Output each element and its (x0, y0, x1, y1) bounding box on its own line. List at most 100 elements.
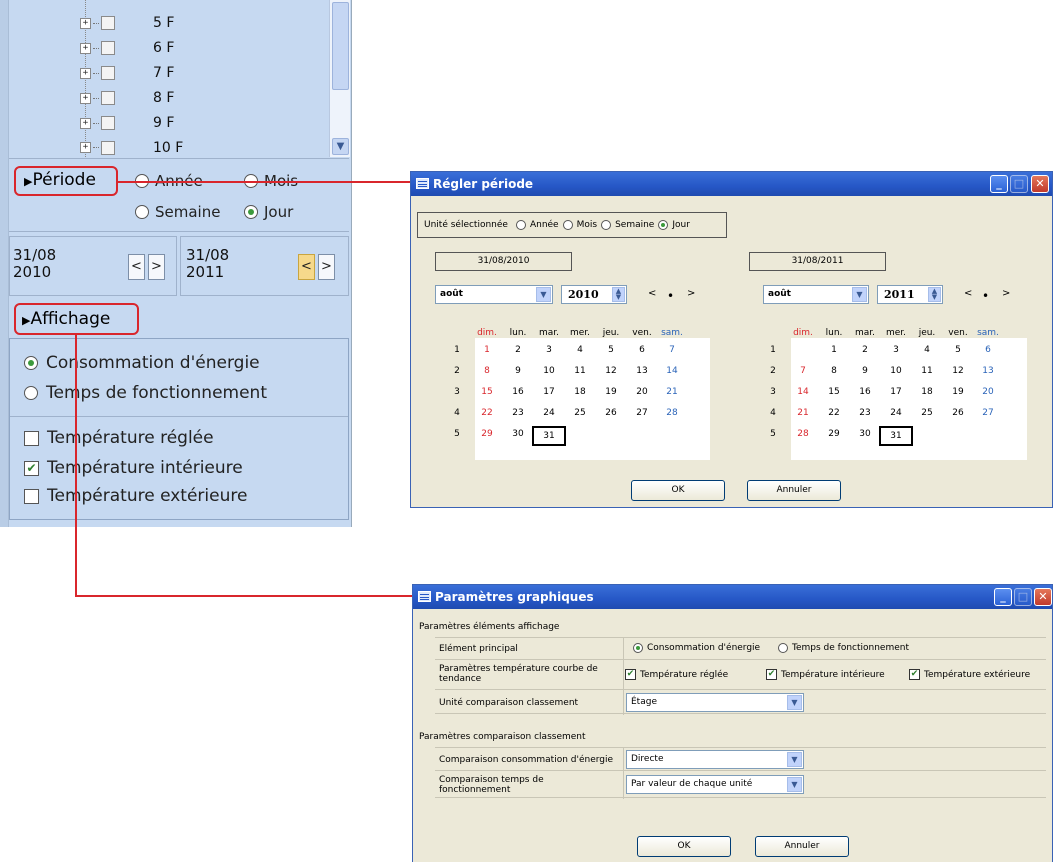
calendar-day[interactable]: 6 (630, 345, 654, 355)
radio-jour[interactable]: Jour (244, 203, 293, 221)
radio-temps[interactable]: Temps de fonctionnement (778, 643, 909, 653)
calendar-day[interactable]: 29 (822, 429, 846, 439)
calendar-day[interactable]: 27 (976, 408, 1000, 418)
cal-next-button[interactable]: > (1002, 288, 1010, 299)
radio-circle[interactable] (633, 643, 643, 653)
start-month-select[interactable]: août ▼ (435, 285, 553, 304)
start-year-spinner[interactable]: 2010 ▲ ▼ (561, 285, 627, 304)
calendar-day[interactable]: 5 (599, 345, 623, 355)
calendar-day[interactable]: 31 (532, 426, 566, 446)
calendar-day[interactable]: 17 (884, 387, 908, 397)
calendar-day[interactable]: 26 (599, 408, 623, 418)
calendar-day[interactable]: 28 (660, 408, 684, 418)
calendar-day[interactable]: 25 (568, 408, 592, 418)
tree-item[interactable]: + 7 F (80, 63, 174, 83)
calendar-day[interactable]: 11 (915, 366, 939, 376)
calendar-day[interactable]: 1 (822, 345, 846, 355)
calendar-day[interactable]: 25 (915, 408, 939, 418)
calendar-day[interactable]: 29 (475, 429, 499, 439)
calendar-day[interactable]: 22 (822, 408, 846, 418)
cal-prev-button[interactable]: < (964, 288, 972, 299)
start-prev-button[interactable]: < (128, 254, 145, 280)
check-temp-interieure[interactable]: ✔ Température intérieure (766, 669, 885, 680)
tree-item[interactable]: + 8 F (80, 88, 174, 108)
periode-header[interactable]: ▶Période (14, 166, 118, 196)
close-icon[interactable]: ✕ (1034, 588, 1052, 606)
expand-icon[interactable]: + (80, 17, 91, 29)
calendar-day[interactable]: 22 (475, 408, 499, 418)
radio-semaine[interactable]: Semaine (135, 203, 220, 221)
calendar-day[interactable]: 30 (506, 429, 530, 439)
expand-icon[interactable]: + (80, 42, 91, 54)
radio-consommation[interactable]: Consommation d'énergie (24, 353, 260, 373)
ok-button[interactable]: OK (637, 836, 731, 857)
calendar-day[interactable]: 15 (822, 387, 846, 397)
radio-circle[interactable] (778, 643, 788, 653)
end-year-spinner[interactable]: 2011 ▲ ▼ (877, 285, 943, 304)
check-temp-interieure[interactable]: ✔ Température intérieure (24, 458, 243, 478)
calendar-day[interactable]: 2 (853, 345, 877, 355)
checkbox[interactable] (24, 430, 39, 446)
cal-today-button[interactable]: • (982, 289, 989, 303)
end-prev-button[interactable]: < (298, 254, 315, 280)
calendar-day[interactable]: 24 (537, 408, 561, 418)
calendar-day[interactable]: 4 (915, 345, 939, 355)
calendar-day[interactable]: 4 (568, 345, 592, 355)
calendar-day[interactable]: 18 (568, 387, 592, 397)
calendar-day[interactable]: 19 (946, 387, 970, 397)
expand-icon[interactable]: + (80, 67, 91, 79)
calendar-day[interactable]: 30 (853, 429, 877, 439)
minimize-icon[interactable]: _ (994, 588, 1012, 606)
calendar-day[interactable]: 12 (946, 366, 970, 376)
unit-comparison-select[interactable]: Étage ▼ (626, 693, 804, 712)
calendar-day[interactable]: 14 (660, 366, 684, 376)
radio-mois[interactable] (562, 220, 573, 230)
calendar-day[interactable]: 19 (599, 387, 623, 397)
close-icon[interactable]: ✕ (1031, 175, 1049, 193)
checkmark-icon[interactable]: ✔ (625, 669, 636, 680)
scroll-thumb[interactable] (332, 2, 349, 90)
calendar-day[interactable]: 21 (791, 408, 815, 418)
maximize-icon[interactable]: □ (1010, 175, 1028, 193)
tree-item[interactable]: + 6 F (80, 38, 174, 58)
check-temp-reglee[interactable]: ✔ Température réglée (625, 669, 728, 680)
radio-annee[interactable] (515, 220, 526, 230)
check-temp-exterieure[interactable]: ✔ Température extérieure (909, 669, 1030, 680)
calendar-day[interactable]: 9 (506, 366, 530, 376)
checkmark-icon[interactable]: ✔ (766, 669, 777, 680)
tree-item[interactable]: + 10 F (80, 138, 183, 157)
calendar-day[interactable]: 15 (475, 387, 499, 397)
calendar-day[interactable]: 24 (884, 408, 908, 418)
radio-circle[interactable] (24, 386, 38, 400)
checkmark-icon[interactable]: ✔ (24, 460, 39, 476)
calendar-day[interactable]: 16 (506, 387, 530, 397)
calendar-day[interactable]: 31 (879, 426, 913, 446)
calendar-day[interactable]: 18 (915, 387, 939, 397)
end-month-select[interactable]: août ▼ (763, 285, 869, 304)
radio-semaine[interactable] (601, 220, 612, 230)
calendar-day[interactable]: 9 (853, 366, 877, 376)
calendar-day[interactable]: 26 (946, 408, 970, 418)
tree-checkbox[interactable] (101, 91, 115, 105)
checkmark-icon[interactable]: ✔ (909, 669, 920, 680)
calendar-day[interactable]: 16 (853, 387, 877, 397)
radio-jour[interactable] (658, 220, 669, 230)
start-next-button[interactable]: > (148, 254, 165, 280)
checkbox[interactable] (24, 488, 39, 504)
ok-button[interactable]: OK (631, 480, 725, 501)
energy-comparison-select[interactable]: Directe ▼ (626, 750, 804, 769)
expand-icon[interactable]: + (80, 142, 91, 153)
calendar-day[interactable]: 11 (568, 366, 592, 376)
calendar-day[interactable]: 7 (791, 366, 815, 376)
calendar-day[interactable]: 13 (630, 366, 654, 376)
calendar-day[interactable]: 27 (630, 408, 654, 418)
time-comparison-select[interactable]: Par valeur de chaque unité ▼ (626, 775, 804, 794)
calendar-day[interactable]: 14 (791, 387, 815, 397)
cancel-button[interactable]: Annuler (747, 480, 841, 501)
calendar-day[interactable]: 23 (506, 408, 530, 418)
check-temp-reglee[interactable]: Température réglée (24, 428, 214, 448)
minimize-icon[interactable]: _ (990, 175, 1008, 193)
cal-prev-button[interactable]: < (648, 288, 656, 299)
calendar-day[interactable]: 2 (506, 345, 530, 355)
calendar-day[interactable]: 28 (791, 429, 815, 439)
